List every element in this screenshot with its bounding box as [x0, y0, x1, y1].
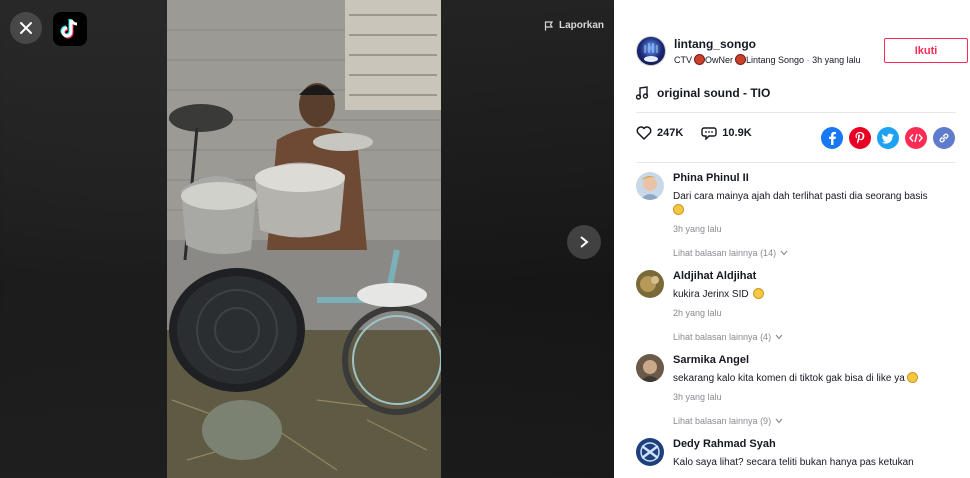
comment-text: kukira Jerinx SID — [673, 288, 966, 302]
facebook-icon — [829, 131, 836, 145]
view-replies-label: Lihat balasan lainnya (4) — [673, 332, 772, 342]
video-scene-image — [167, 0, 441, 478]
view-replies-button[interactable]: Lihat balasan lainnya (14) — [673, 248, 966, 258]
close-icon — [20, 22, 32, 34]
comment-time: 3h yang lalu — [673, 392, 722, 402]
flag-icon — [544, 20, 554, 30]
share-embed-button[interactable] — [905, 127, 927, 149]
chevron-down-icon — [775, 418, 783, 424]
comment-count: 10.9K — [722, 127, 752, 139]
avatar-image — [636, 172, 664, 200]
chevron-down-icon — [775, 334, 783, 340]
like-button[interactable]: 247K — [636, 126, 683, 140]
author-nickname-3: Lintang Songo — [746, 55, 805, 65]
avatar[interactable] — [636, 172, 664, 200]
divider — [636, 162, 956, 163]
heart-icon — [636, 126, 652, 140]
blurred-background-left — [0, 0, 167, 478]
music-title: original sound - TIO — [657, 86, 771, 100]
details-panel: lintang_songo CTV OwNer Lintang Songo · 3h… — [614, 0, 970, 478]
share-twitter-button[interactable] — [877, 127, 899, 149]
devil-emoji-icon — [694, 54, 705, 65]
devil-emoji-icon — [735, 54, 747, 65]
video-frame[interactable] — [167, 0, 441, 478]
avatar[interactable] — [636, 438, 664, 466]
grin-emoji-icon — [673, 204, 684, 215]
close-button[interactable] — [10, 12, 42, 44]
pinterest-icon — [855, 132, 865, 144]
tiktok-icon — [60, 19, 78, 39]
comment-item: Sarmika Angel sekarang kalo kita komen d… — [636, 354, 966, 426]
comment-item: Aldjihat Aldjihat kukira Jerinx SID 2h y… — [636, 270, 966, 342]
avatar[interactable] — [636, 36, 666, 66]
share-pinterest-button[interactable] — [849, 127, 871, 149]
separator: · — [804, 55, 813, 65]
grin-emoji-icon — [753, 288, 765, 299]
report-button[interactable]: Laporkan — [544, 20, 604, 31]
avatar[interactable] — [636, 270, 664, 298]
comment-time: 3h yang lalu — [673, 224, 722, 234]
avatar-image — [636, 270, 664, 298]
author-nickname: CTV — [674, 55, 692, 65]
comment-author[interactable]: Dedy Rahmad Syah — [673, 438, 966, 450]
share-link-button[interactable] — [933, 127, 955, 149]
author-username[interactable]: lintang_songo — [674, 37, 861, 51]
chevron-down-icon — [780, 250, 788, 256]
view-replies-button[interactable]: Lihat balasan lainnya (4) — [673, 332, 966, 342]
grin-emoji-icon — [906, 372, 918, 383]
report-label: Laporkan — [559, 20, 605, 31]
link-icon — [939, 133, 949, 143]
view-replies-label: Lihat balasan lainnya (14) — [673, 248, 777, 258]
like-count: 247K — [657, 127, 684, 139]
comment-text: Kalo saya lihat? secara teliti bukan han… — [673, 457, 914, 468]
music-note-icon — [636, 86, 649, 100]
comment-text: Dari cara mainya ajah dah terlihat pasti… — [673, 190, 966, 218]
embed-icon — [909, 133, 923, 143]
video-player: Laporkan — [0, 0, 614, 478]
comment-text: sekarang kalo kita komen di tiktok gak b… — [673, 372, 966, 386]
comment-author[interactable]: Phina Phinul II — [673, 172, 966, 184]
avatar-image — [644, 43, 658, 62]
comment-button[interactable]: 10.9K — [701, 126, 752, 140]
avatar-image — [636, 438, 664, 466]
post-time: 3h yang lalu — [812, 55, 861, 65]
next-video-button[interactable] — [567, 225, 601, 259]
avatar-image — [636, 354, 664, 382]
divider — [636, 112, 956, 113]
comment-item: Phina Phinul II Dari cara mainya ajah da… — [636, 172, 966, 258]
chevron-right-icon — [580, 236, 589, 248]
comment-author[interactable]: Sarmika Angel — [673, 354, 966, 366]
comment-list: Phina Phinul II Dari cara mainya ajah da… — [636, 172, 966, 478]
avatar[interactable] — [636, 354, 664, 382]
comment-author[interactable]: Aldjihat Aldjihat — [673, 270, 966, 282]
share-buttons — [821, 127, 955, 149]
tiktok-logo[interactable] — [53, 12, 87, 46]
view-replies-button[interactable]: Lihat balasan lainnya (9) — [673, 416, 966, 426]
comment-time: 2h yang lalu — [673, 308, 722, 318]
music-info[interactable]: original sound - TIO — [636, 86, 770, 100]
author-subline: CTV OwNer Lintang Songo · 3h yang lalu — [674, 54, 861, 65]
follow-button[interactable]: Ikuti — [884, 38, 968, 63]
twitter-icon — [882, 133, 894, 144]
action-bar: 247K 10.9K — [636, 126, 752, 140]
author-info: lintang_songo CTV OwNer Lintang Songo · 3h… — [636, 36, 861, 66]
author-nickname-2: OwNer — [705, 55, 734, 65]
comment-item: Dedy Rahmad Syah Kalo saya lihat? secara… — [636, 438, 966, 470]
comment-icon — [701, 127, 717, 140]
share-facebook-button[interactable] — [821, 127, 843, 149]
view-replies-label: Lihat balasan lainnya (9) — [673, 416, 772, 426]
